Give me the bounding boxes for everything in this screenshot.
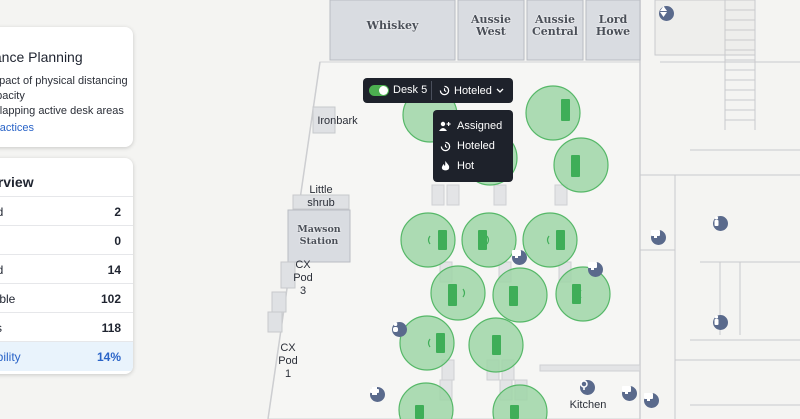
display-screen-icon[interactable] [651, 230, 666, 245]
overview-row-value: 2 [114, 205, 121, 219]
overview-row-label: ed [0, 205, 4, 219]
mode-option-hot[interactable]: Hot [433, 156, 513, 176]
overview-row-label: ed [0, 263, 4, 277]
best-practices-link[interactable]: practices [0, 122, 34, 134]
mode-option-label: Assigned [457, 120, 503, 132]
area-ironbark: Ironbark [317, 115, 358, 127]
location-pin-icon[interactable] [580, 380, 595, 395]
area-cx-pod-3: CX Pod 3 [293, 259, 313, 297]
overview-row-value: 14 [107, 263, 121, 277]
display-screen-icon[interactable] [512, 250, 527, 265]
desk-mode-select[interactable]: Hoteled [439, 83, 504, 98]
desk-label: Desk 5 [393, 84, 428, 96]
printer-icon[interactable] [370, 387, 385, 402]
overview-row-value: 118 [101, 321, 121, 335]
mode-option-label: Hot [457, 160, 475, 172]
desk-mode-label: Hoteled [454, 84, 492, 97]
room-mawson-station[interactable]: Mawson Station [290, 224, 348, 248]
flame-icon [433, 160, 457, 172]
room-whiskey[interactable]: Whiskey [360, 20, 425, 32]
mode-option-label: Hoteled [457, 140, 495, 152]
room-lord-howe[interactable]: Lord Howe [586, 14, 640, 38]
overview-row-capability: ability 14% [0, 341, 133, 371]
room-aussie-west[interactable]: Aussie West [462, 14, 520, 38]
desk-toolbar: Desk 5 Hoteled [363, 78, 513, 103]
overview-row: ks 118 [0, 312, 133, 342]
chevron-down-icon [496, 88, 504, 93]
overview-row-label: ability [0, 350, 21, 364]
overview-card: erview ed 2 0 ed 14 lable 102 ks 118 abi… [0, 158, 133, 374]
restroom-icon[interactable] [713, 315, 728, 330]
overview-row-label: ks [0, 321, 2, 335]
display-screen-icon[interactable] [588, 262, 603, 277]
planning-description-line: mpact of physical distancing [0, 75, 128, 87]
compass-icon[interactable] [659, 6, 674, 21]
overview-row: ed 14 [0, 254, 133, 284]
distance-planning-card: tance Planning mpact of physical distanc… [0, 27, 133, 147]
overview-row-value: 14% [96, 350, 121, 364]
distance-planning-title: tance Planning [0, 49, 83, 65]
overview-row-value: 102 [100, 292, 121, 306]
person-pin-icon[interactable] [392, 322, 407, 337]
desk-active-toggle[interactable] [369, 85, 389, 96]
area-kitchen: Kitchen [569, 399, 607, 411]
area-cx-pod-1: CX Pod 1 [278, 342, 298, 380]
mode-option-assigned[interactable]: Assigned [433, 116, 513, 136]
overview-title: erview [0, 174, 34, 190]
room-aussie-central[interactable]: Aussie Central [527, 14, 583, 38]
mode-option-hoteled[interactable]: Hoteled [433, 136, 513, 156]
display-screen-icon[interactable] [622, 386, 637, 401]
overview-row: lable 102 [0, 283, 133, 313]
desk-mode-dropdown: Assigned Hoteled Hot [433, 110, 513, 182]
clock-history-icon [433, 141, 457, 152]
overview-row-value: 0 [114, 234, 121, 248]
area-little-shrub: Little shrub [307, 184, 335, 209]
overview-row: ed 2 [0, 196, 133, 226]
planning-description-line: erlapping active desk areas [0, 105, 124, 117]
clock-history-icon [439, 85, 450, 96]
overview-row-label: lable [0, 292, 16, 306]
overview-row: 0 [0, 225, 133, 255]
display-screen-icon[interactable] [644, 393, 659, 408]
restroom-icon[interactable] [713, 216, 728, 231]
person-plus-icon [433, 121, 457, 131]
planning-description-line: apacity [0, 90, 25, 102]
